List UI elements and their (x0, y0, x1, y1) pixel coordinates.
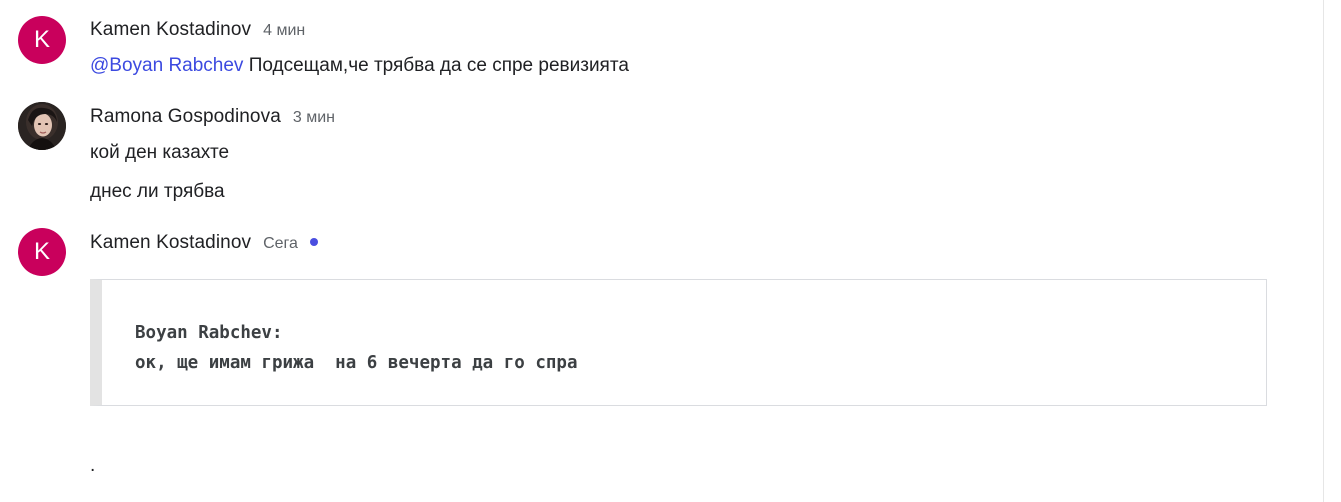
quote-author: Boyan Rabchev: (135, 323, 283, 343)
avatar[interactable]: K (18, 16, 66, 64)
message-trailing-text: . (90, 455, 96, 476)
message-text: @Boyan Rabchev Подсещам,че трябва да се … (90, 55, 629, 77)
user-mention[interactable]: @Boyan Rabchev (90, 55, 243, 76)
timestamp: Сега (263, 235, 298, 252)
message-body: Подсещам,че трябва да се спре ревизията (243, 55, 629, 76)
avatar[interactable]: K (18, 228, 66, 276)
message-text: кой ден казахте (90, 142, 230, 163)
quote-content: Boyan Rabchev: ок, ще имам грижа на 6 ве… (135, 318, 578, 378)
timestamp: 3 мин (292, 109, 335, 126)
quoted-message: Boyan Rabchev: ок, ще имам грижа на 6 ве… (90, 279, 1267, 406)
profile-photo-icon (18, 102, 66, 150)
scrollbar[interactable] (1323, 0, 1341, 502)
sender-name[interactable]: Ramona Gospodinova (90, 106, 281, 128)
avatar[interactable] (18, 102, 66, 150)
timestamp: 4 мин (263, 22, 306, 39)
chat-thread: K Kamen Kostadinov 4 мин @Boyan Rabchev … (0, 0, 1341, 502)
avatar-letter: K (33, 238, 50, 265)
sender-name[interactable]: Kamen Kostadinov (90, 232, 251, 254)
quote-body: ок, ще имам грижа на 6 вечерта да го спр… (135, 353, 578, 373)
sender-name[interactable]: Kamen Kostadinov (90, 19, 251, 41)
message-header: Kamen Kostadinov 4 мин (90, 19, 305, 41)
unread-indicator-icon (309, 238, 318, 246)
message-header: Ramona Gospodinova 3 мин (90, 106, 335, 128)
avatar-letter: K (33, 26, 50, 53)
message-header: Kamen Kostadinov Сега (90, 232, 318, 254)
message-text: днес ли трябва (90, 181, 225, 202)
